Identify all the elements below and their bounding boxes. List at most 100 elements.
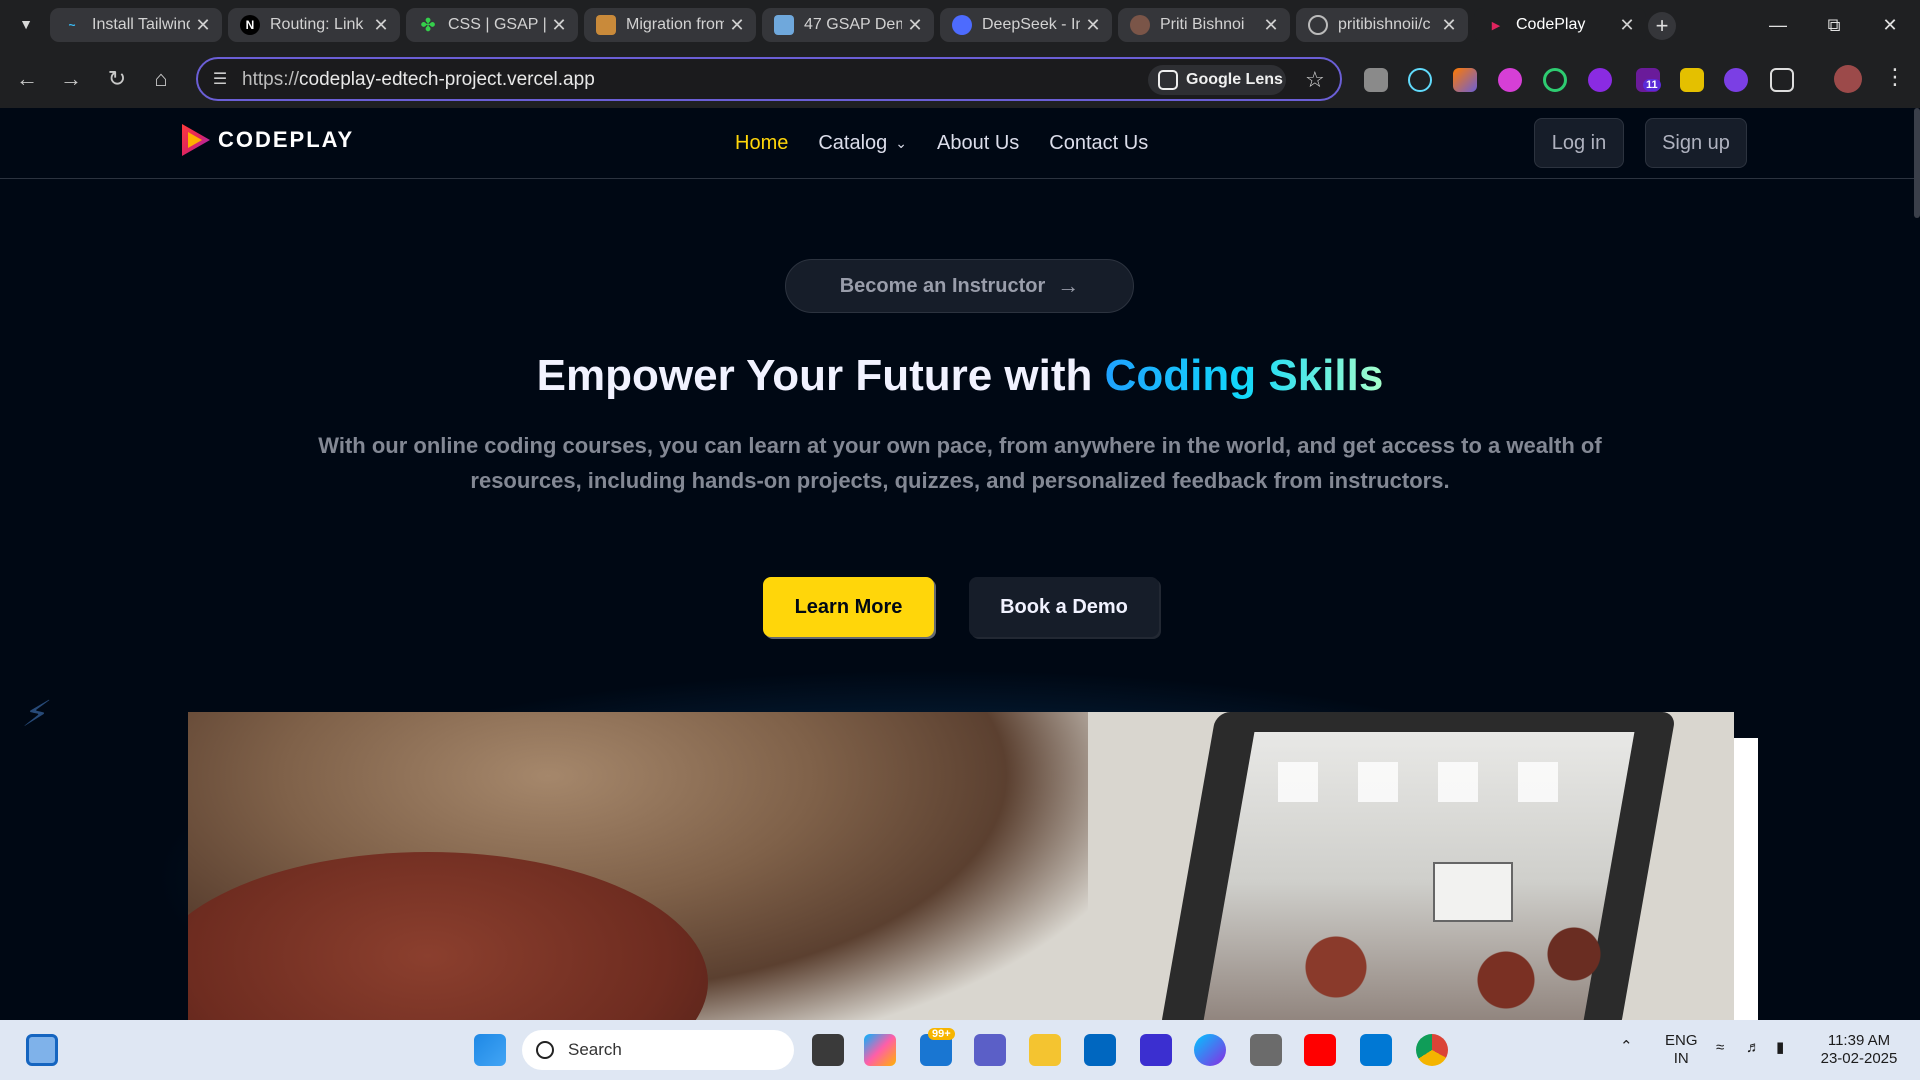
profile-photo-icon [1130,15,1150,35]
hero-title: Empower Your Future with Coding Skills [0,351,1920,401]
url-host: codeplay-edtech-project.vercel.app [299,69,595,90]
browser-tab[interactable]: ~ Install Tailwind ✕ [50,8,222,42]
browser-tab[interactable]: Migration from ✕ [584,8,756,42]
widgets-icon[interactable] [26,1034,58,1066]
extension-badge: 11 [1643,79,1661,91]
close-tab-icon[interactable]: ✕ [1614,15,1640,36]
bookmark-star-icon[interactable]: ☆ [1305,67,1325,93]
minimize-icon[interactable]: — [1758,10,1798,40]
site-logo[interactable]: CodePlay [178,122,354,158]
close-window-icon[interactable]: ✕ [1870,10,1910,40]
language-indicator[interactable]: ENG IN [1665,1032,1698,1068]
floating-bolt-icon[interactable]: ⚡ [20,693,54,735]
back-icon[interactable]: ← [12,65,42,95]
github-icon [1308,15,1328,35]
close-tab-icon[interactable]: ✕ [902,15,928,36]
become-instructor-button[interactable]: Become an Instructor → [785,259,1134,313]
google-lens-button[interactable]: Google Lens [1148,65,1286,95]
gsap-icon: ✤ [420,14,436,35]
play-logo-icon [178,122,212,158]
nav-about[interactable]: About Us [937,132,1019,155]
tab-search-chevron-icon[interactable]: ▼ [14,12,38,36]
forward-icon[interactable]: → [56,65,86,95]
nav-contact[interactable]: Contact Us [1049,132,1148,155]
clock[interactable]: 11:39 AM 23-02-2025 [1814,1032,1904,1068]
close-tab-icon[interactable]: ✕ [1436,15,1462,36]
chevron-down-icon: ⌄ [895,135,908,151]
arrow-right-icon: → [1057,273,1080,298]
site-settings-icon[interactable]: ☰ [210,69,230,89]
login-button[interactable]: Log in [1534,118,1624,168]
volume-icon[interactable]: ♬ [1746,1039,1761,1057]
browser-tab[interactable]: N Routing: Link ✕ [228,8,400,42]
deepseek-icon [952,15,972,35]
camera-extension-icon[interactable] [1364,68,1388,92]
page-scrollbar[interactable] [1914,108,1920,218]
tab-title: Routing: Link [270,16,364,33]
extension-icon[interactable] [1543,68,1567,92]
image-icon [774,15,794,35]
url-text[interactable]: https://codeplay-edtech-project.vercel.a… [242,69,595,91]
tray-chevron-icon[interactable]: ⌃ [1620,1038,1633,1056]
reload-icon[interactable]: ↻ [102,65,132,95]
browser-tab[interactable]: ✤ CSS | GSAP | D ✕ [406,8,578,42]
extension-icon[interactable] [1680,68,1704,92]
close-tab-icon[interactable]: ✕ [724,15,750,36]
teams-icon[interactable] [974,1034,1006,1066]
microsoft-store-icon[interactable] [1084,1034,1116,1066]
close-tab-icon[interactable]: ✕ [1258,15,1284,36]
nav-catalog[interactable]: Catalog ⌄ [818,132,907,155]
tab-title: Priti Bishnoi [1160,16,1245,33]
browser-tab[interactable]: pritibishnoii/c ✕ [1296,8,1468,42]
app-icon[interactable] [1250,1034,1282,1066]
video-screen-people [1268,902,1608,1020]
mail-badge: 99+ [928,1028,955,1040]
app-icon[interactable] [1140,1034,1172,1066]
clock-time: 11:39 AM [1827,1032,1891,1049]
new-tab-button[interactable]: + [1648,12,1676,40]
copilot-icon[interactable] [864,1034,896,1066]
task-view-icon[interactable] [812,1034,844,1066]
youtube-icon[interactable] [1304,1034,1336,1066]
wifi-icon[interactable]: ≈ [1716,1039,1724,1057]
windows-start-icon[interactable] [474,1034,506,1066]
close-tab-icon[interactable]: ✕ [546,15,572,36]
extension-icon[interactable] [1498,68,1522,92]
tab-title: CodePlay [1516,16,1586,33]
app-icon[interactable] [1194,1034,1226,1066]
chrome-icon[interactable] [1416,1034,1448,1066]
tab-title: CSS | GSAP | D [448,16,546,33]
hero-video[interactable] [188,712,1734,1020]
learn-more-button[interactable]: Learn More [763,577,934,637]
more-menu-icon[interactable]: ⋮ [1884,64,1906,90]
close-tab-icon[interactable]: ✕ [190,15,216,36]
browser-tab[interactable]: Priti Bishnoi ✕ [1118,8,1290,42]
close-tab-icon[interactable]: ✕ [368,15,394,36]
color-picker-extension-icon[interactable] [1453,68,1477,92]
vscode-icon[interactable] [1360,1034,1392,1066]
browser-tab-active[interactable]: ▶ CodePlay ✕ [1474,8,1646,42]
nextjs-icon: N [240,15,260,35]
taskbar-search-label: Search [568,1040,622,1059]
file-explorer-icon[interactable] [1029,1034,1061,1066]
nav-home[interactable]: Home [735,132,788,155]
gear-extension-icon[interactable] [1588,68,1612,92]
profile-avatar[interactable] [1834,65,1862,93]
home-icon[interactable]: ⌂ [146,65,176,95]
signup-button[interactable]: Sign up [1645,118,1747,168]
close-tab-icon[interactable]: ✕ [1080,15,1106,36]
extension-icon[interactable] [1724,68,1748,92]
instructor-label: Become an Instructor [839,274,1046,297]
tab-title: pritibishnoii/c [1338,16,1431,33]
browser-tab[interactable]: 47 GSAP Demo ✕ [762,8,934,42]
address-bar[interactable]: ☰ https://codeplay-edtech-project.vercel… [196,57,1342,101]
puzzle-extensions-icon[interactable] [1770,68,1794,92]
clock-date: 23-02-2025 [1820,1050,1898,1067]
fox-icon [596,15,616,35]
react-devtools-icon[interactable] [1408,68,1432,92]
book-demo-button[interactable]: Book a Demo [969,577,1159,637]
battery-icon[interactable]: ▮ [1776,1039,1784,1057]
taskbar-search[interactable]: Search [522,1030,794,1070]
browser-tab[interactable]: DeepSeek - In ✕ [940,8,1112,42]
restore-icon[interactable]: ⧉ [1814,10,1854,40]
